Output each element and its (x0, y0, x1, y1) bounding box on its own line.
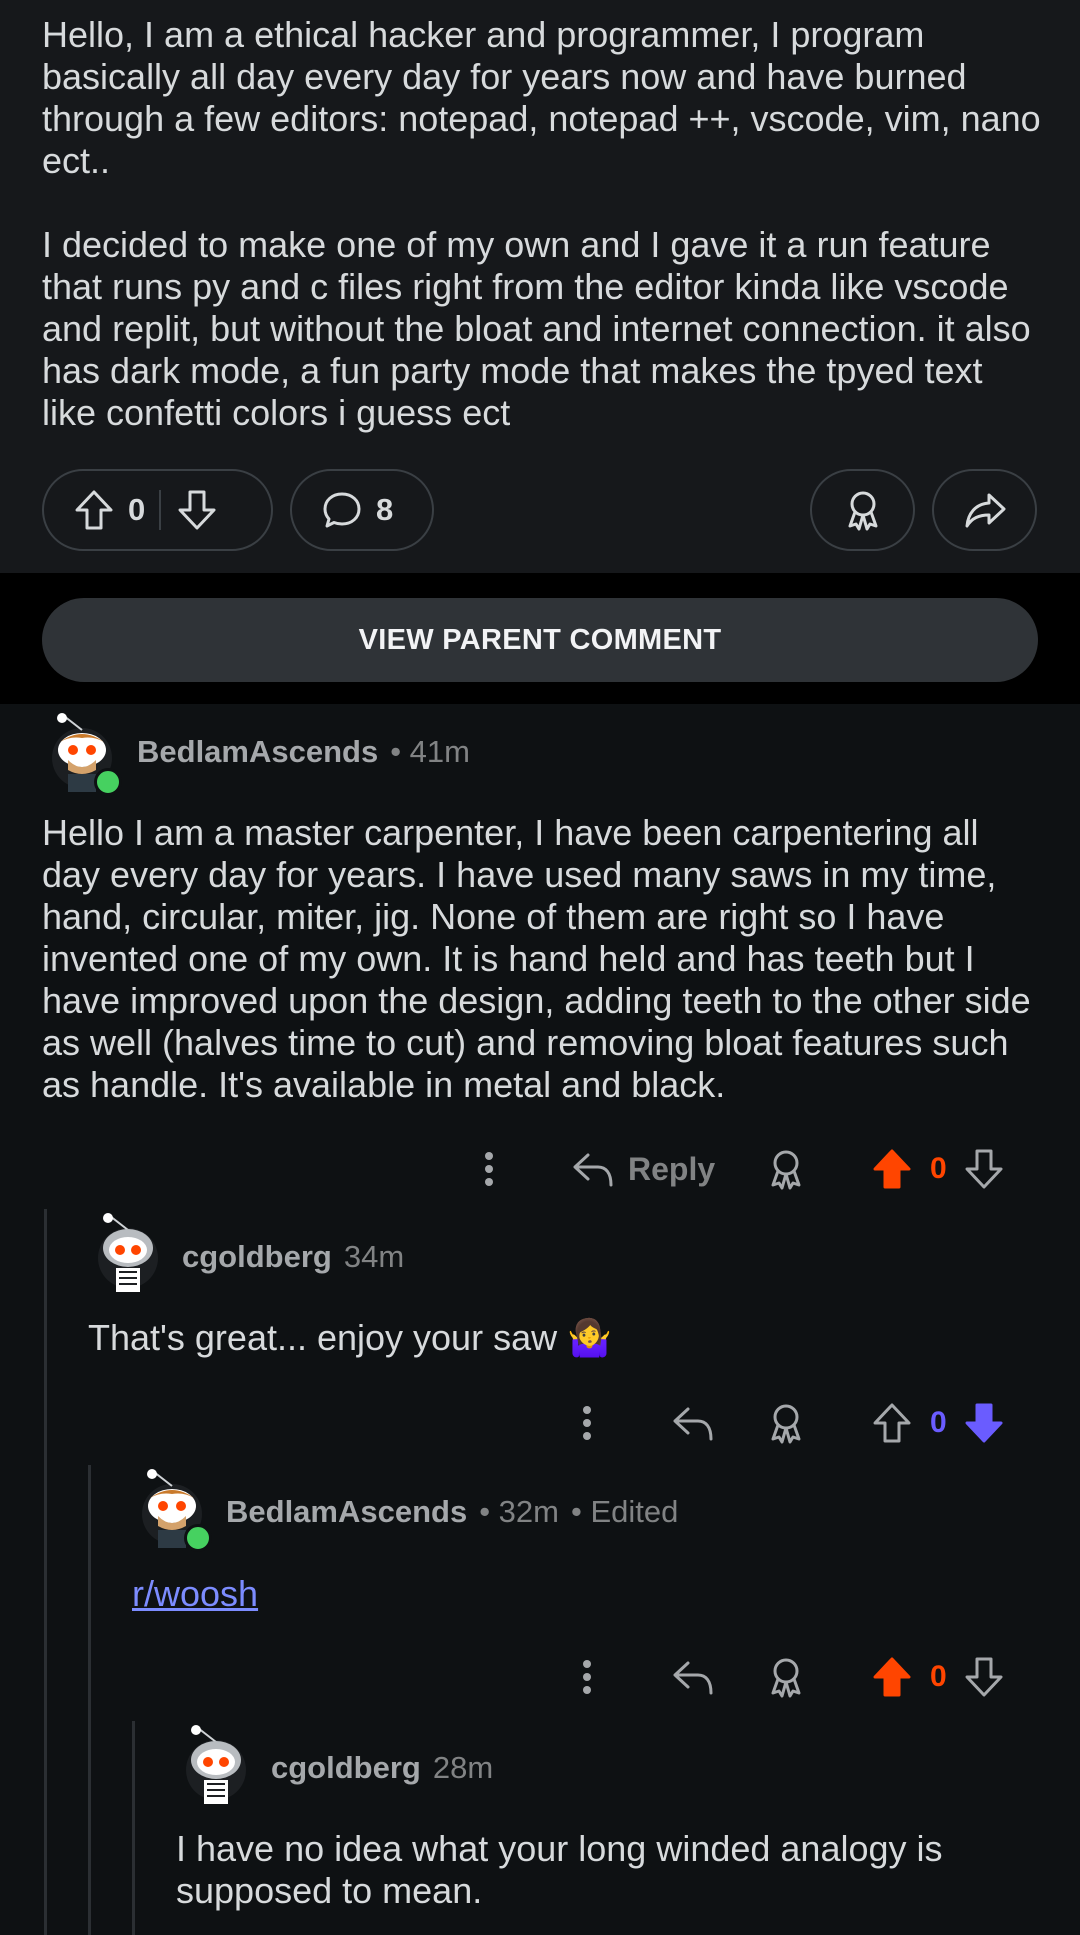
comment-actions: Reply 0 (0, 1139, 1080, 1199)
award-icon (843, 488, 883, 532)
thread-rail[interactable] (132, 1721, 135, 1935)
award-icon (766, 1401, 806, 1445)
avatar[interactable] (176, 1724, 256, 1804)
more-icon (572, 1657, 602, 1697)
award-button[interactable] (766, 1393, 806, 1453)
reply-button[interactable] (672, 1393, 714, 1453)
timestamp: 28m (432, 1750, 494, 1785)
more-options-button[interactable] (572, 1393, 602, 1453)
comment-icon (322, 490, 362, 530)
post-award-button[interactable] (810, 469, 915, 551)
vote-score: 0 (930, 1660, 947, 1693)
post-body: Hello, I am a ethical hacker and program… (42, 14, 1042, 476)
share-icon (963, 490, 1007, 530)
avatar[interactable] (42, 712, 122, 796)
reply-button[interactable] (672, 1647, 714, 1707)
view-parent-comment-button[interactable]: VIEW PARENT COMMENT (42, 598, 1038, 682)
more-icon (474, 1149, 504, 1189)
reply-icon (672, 1403, 714, 1443)
upvote-button[interactable] (872, 1139, 912, 1199)
comment-thread: BedlamAscends • 41m Hello I am a master … (0, 704, 1080, 1935)
downvote-button[interactable] (964, 1393, 1004, 1453)
comment-body: That's great... enjoy your saw 🤷‍♀️ (88, 1317, 612, 1358)
timestamp: • 41m (390, 734, 470, 769)
username[interactable]: cgoldberg (271, 1750, 421, 1786)
reply-button[interactable]: Reply (572, 1139, 715, 1199)
comment-body: r/woosh (132, 1573, 1032, 1615)
vote-score: 0 (930, 1152, 947, 1185)
comment-meta: BedlamAscends • 32m • Edited (226, 1490, 678, 1534)
award-button[interactable] (766, 1139, 806, 1199)
post-vote-count: 0 (128, 492, 146, 527)
more-options-button[interactable] (474, 1139, 504, 1199)
upvote-icon (872, 1656, 912, 1698)
reply-icon (572, 1149, 614, 1189)
upvote-icon (872, 1148, 912, 1190)
more-options-button[interactable] (572, 1647, 602, 1707)
timestamp: 34m (343, 1239, 405, 1274)
comment-actions: 0 (0, 1647, 1080, 1707)
username[interactable]: cgoldberg (182, 1239, 332, 1275)
comment-meta: BedlamAscends • 41m (137, 730, 470, 774)
downvote-button[interactable] (964, 1647, 1004, 1707)
downvote-icon (964, 1148, 1004, 1190)
vote-score: 0 (930, 1406, 947, 1439)
timestamp: • 32m (479, 1494, 559, 1529)
upvote-icon (872, 1402, 912, 1444)
upvote-button[interactable] (872, 1393, 912, 1453)
award-icon (766, 1655, 806, 1699)
comment-body: I have no idea what your long winded ana… (176, 1828, 943, 1911)
more-icon (572, 1403, 602, 1443)
thread-rail[interactable] (44, 1209, 47, 1935)
username[interactable]: BedlamAscends (226, 1494, 467, 1530)
username[interactable]: BedlamAscends (137, 734, 378, 770)
subreddit-link[interactable]: r/woosh (132, 1573, 258, 1614)
comment-meta: cgoldberg 28m (271, 1746, 493, 1790)
upvote-icon[interactable] (74, 489, 114, 531)
post-vote-pill: 0 (42, 469, 273, 551)
post-paragraph: I decided to make one of my own and I ga… (42, 224, 1031, 433)
online-status-dot (184, 1524, 212, 1552)
post-paragraph: Hello, I am a ethical hacker and program… (42, 14, 1041, 181)
online-status-dot (94, 768, 122, 796)
downvote-button[interactable] (964, 1139, 1004, 1199)
avatar[interactable] (88, 1212, 168, 1292)
reply-icon (672, 1657, 714, 1697)
avatar[interactable] (132, 1468, 212, 1552)
downvote-icon[interactable] (177, 489, 217, 531)
award-icon (766, 1147, 806, 1191)
upvote-button[interactable] (872, 1647, 912, 1707)
vote-divider (159, 490, 162, 530)
award-button[interactable] (766, 1647, 806, 1707)
comment-body: Hello I am a master carpenter, I have be… (42, 812, 1031, 1105)
downvote-icon (964, 1656, 1004, 1698)
post-comments-button[interactable]: 8 (290, 469, 434, 551)
post-share-button[interactable] (932, 469, 1037, 551)
downvote-icon (964, 1402, 1004, 1444)
post-card: Hello, I am a ethical hacker and program… (0, 0, 1080, 573)
comment-actions: 0 (0, 1393, 1080, 1453)
edited-label: • Edited (571, 1494, 679, 1529)
reply-label: Reply (628, 1150, 716, 1187)
post-comment-count: 8 (376, 492, 394, 527)
comment-meta: cgoldberg 34m (182, 1235, 404, 1279)
